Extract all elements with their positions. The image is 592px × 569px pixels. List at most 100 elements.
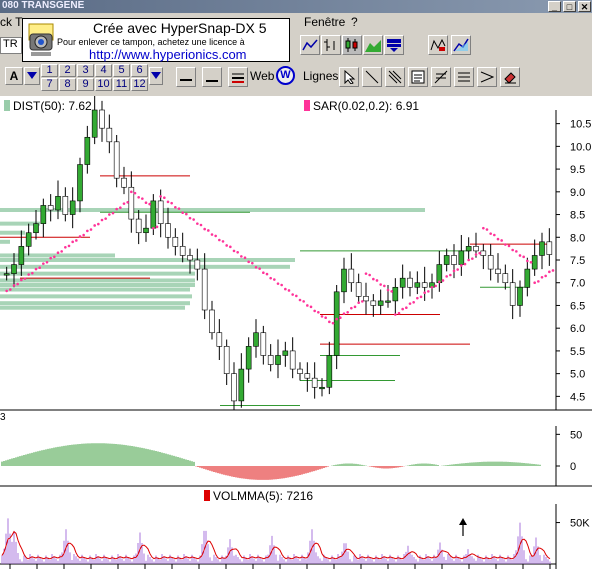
price-candle	[348, 268, 355, 284]
candle-chart-icon[interactable]	[342, 35, 362, 55]
period-button-6[interactable]: 6	[131, 64, 148, 77]
sar-dot	[5, 289, 8, 293]
arrow-tool-icon[interactable]	[477, 67, 497, 87]
sar-dot	[478, 251, 481, 255]
price-candle	[297, 368, 303, 374]
period-button-12[interactable]: 12	[131, 78, 148, 91]
line-chart-icon[interactable]	[300, 35, 320, 55]
chart-area[interactable]: DIST(50): 7.62 SAR(0.02,0.2): 6.91 VOLMM…	[0, 96, 592, 569]
price-candle	[143, 227, 149, 234]
period-dropdown-arrow[interactable]	[149, 67, 163, 85]
sar-dot	[86, 229, 89, 233]
period-button-10[interactable]: 10	[95, 78, 112, 91]
close-button[interactable]: ✕	[578, 1, 591, 12]
font-button[interactable]: A	[5, 67, 23, 85]
ohlc-chart-icon[interactable]	[321, 35, 341, 55]
sar-dot	[511, 248, 514, 252]
period-button-11[interactable]: 11	[113, 78, 130, 91]
sar-dot	[225, 244, 228, 247]
sar-dot	[111, 211, 115, 215]
sar-dot	[27, 273, 30, 276]
price-candle	[238, 368, 245, 402]
period-button-1[interactable]: 1	[41, 64, 58, 77]
price-candle	[333, 291, 340, 356]
period-button-3[interactable]: 3	[77, 64, 94, 77]
parallel-lines-icon[interactable]	[385, 67, 405, 87]
price-candle	[370, 300, 377, 306]
web-label[interactable]: Web	[250, 69, 274, 83]
text-tool-icon[interactable]	[408, 67, 428, 87]
y-tick-label: 8.5	[570, 210, 585, 222]
price-candle	[377, 300, 384, 306]
sar-dot	[177, 207, 181, 210]
fibonacci-icon[interactable]	[431, 67, 451, 87]
sar-dot	[236, 250, 239, 254]
sar-dot	[394, 313, 397, 316]
maximize-button[interactable]: □	[563, 1, 576, 12]
price-candle	[289, 350, 296, 370]
period-button-4[interactable]: 4	[95, 64, 112, 77]
price-candle	[172, 236, 179, 247]
sar-dot	[372, 277, 375, 281]
trend-icon[interactable]	[451, 35, 471, 55]
sar-dot	[302, 300, 305, 303]
price-candle	[282, 350, 289, 356]
price-candle	[150, 200, 157, 229]
price-candle	[311, 377, 318, 388]
font-dropdown-arrow[interactable]	[24, 67, 40, 85]
dist-bar	[0, 264, 290, 269]
pointer-icon[interactable]	[339, 67, 359, 87]
period-button-7[interactable]: 7	[41, 78, 58, 91]
period-button-5[interactable]: 5	[113, 64, 130, 77]
sar-dot	[31, 271, 34, 275]
sar-dot	[500, 239, 503, 242]
period-button-2[interactable]: 2	[59, 64, 76, 77]
sar-dot	[364, 272, 368, 275]
price-candle	[11, 264, 17, 274]
dist-bar	[0, 253, 115, 258]
sar-dot	[218, 238, 221, 242]
line-width-icon[interactable]	[202, 67, 222, 87]
sar-dot	[445, 275, 448, 278]
sar-dot	[174, 205, 177, 209]
stamp-url[interactable]: http://www.hyperionics.com	[89, 47, 247, 62]
menu-item-help[interactable]: ?	[351, 15, 358, 29]
sar-dot	[23, 277, 27, 280]
y-tick-label: 7.0	[570, 278, 585, 290]
sar-dot	[474, 253, 478, 256]
sar-dot	[232, 249, 236, 253]
price-candle	[326, 355, 333, 388]
price-candle	[443, 255, 450, 265]
price-candle	[355, 282, 362, 297]
period-button-8[interactable]: 8	[59, 78, 76, 91]
price-candle	[99, 109, 105, 129]
sar-dot	[313, 309, 316, 313]
horizontal-lines-icon[interactable]	[454, 67, 474, 87]
web-icon[interactable]: W	[276, 66, 295, 85]
price-candle	[245, 346, 252, 370]
menu-item-fenetre[interactable]: Fenêtre	[304, 15, 345, 29]
mountain-chart-icon[interactable]	[363, 35, 383, 55]
draw-line-icon[interactable]	[362, 67, 382, 87]
annotate-icon[interactable]	[428, 35, 448, 55]
sar-dot	[104, 217, 107, 220]
stamp-title: Crée avec HyperSnap-DX 5	[93, 20, 267, 36]
sar-dot	[441, 279, 445, 282]
color-icon[interactable]	[228, 67, 248, 87]
arrow-marker-head	[459, 518, 467, 525]
price-candle	[385, 300, 391, 303]
period-button-9[interactable]: 9	[77, 78, 94, 91]
price-candle	[319, 386, 325, 390]
sar-dot	[526, 259, 529, 263]
eraser-icon[interactable]	[500, 67, 520, 87]
price-candle	[399, 277, 406, 288]
minimize-button[interactable]: _	[548, 1, 561, 12]
sar-dot	[551, 269, 555, 272]
line-style-icon[interactable]	[176, 67, 196, 87]
symbol-combo[interactable]: TR	[0, 37, 22, 54]
menu-item-partial[interactable]: ck T	[0, 15, 22, 29]
sar-dot	[419, 295, 423, 299]
camera-icon	[28, 23, 54, 56]
sar-dot	[155, 225, 159, 229]
chart-type-dropdown[interactable]	[384, 35, 404, 55]
